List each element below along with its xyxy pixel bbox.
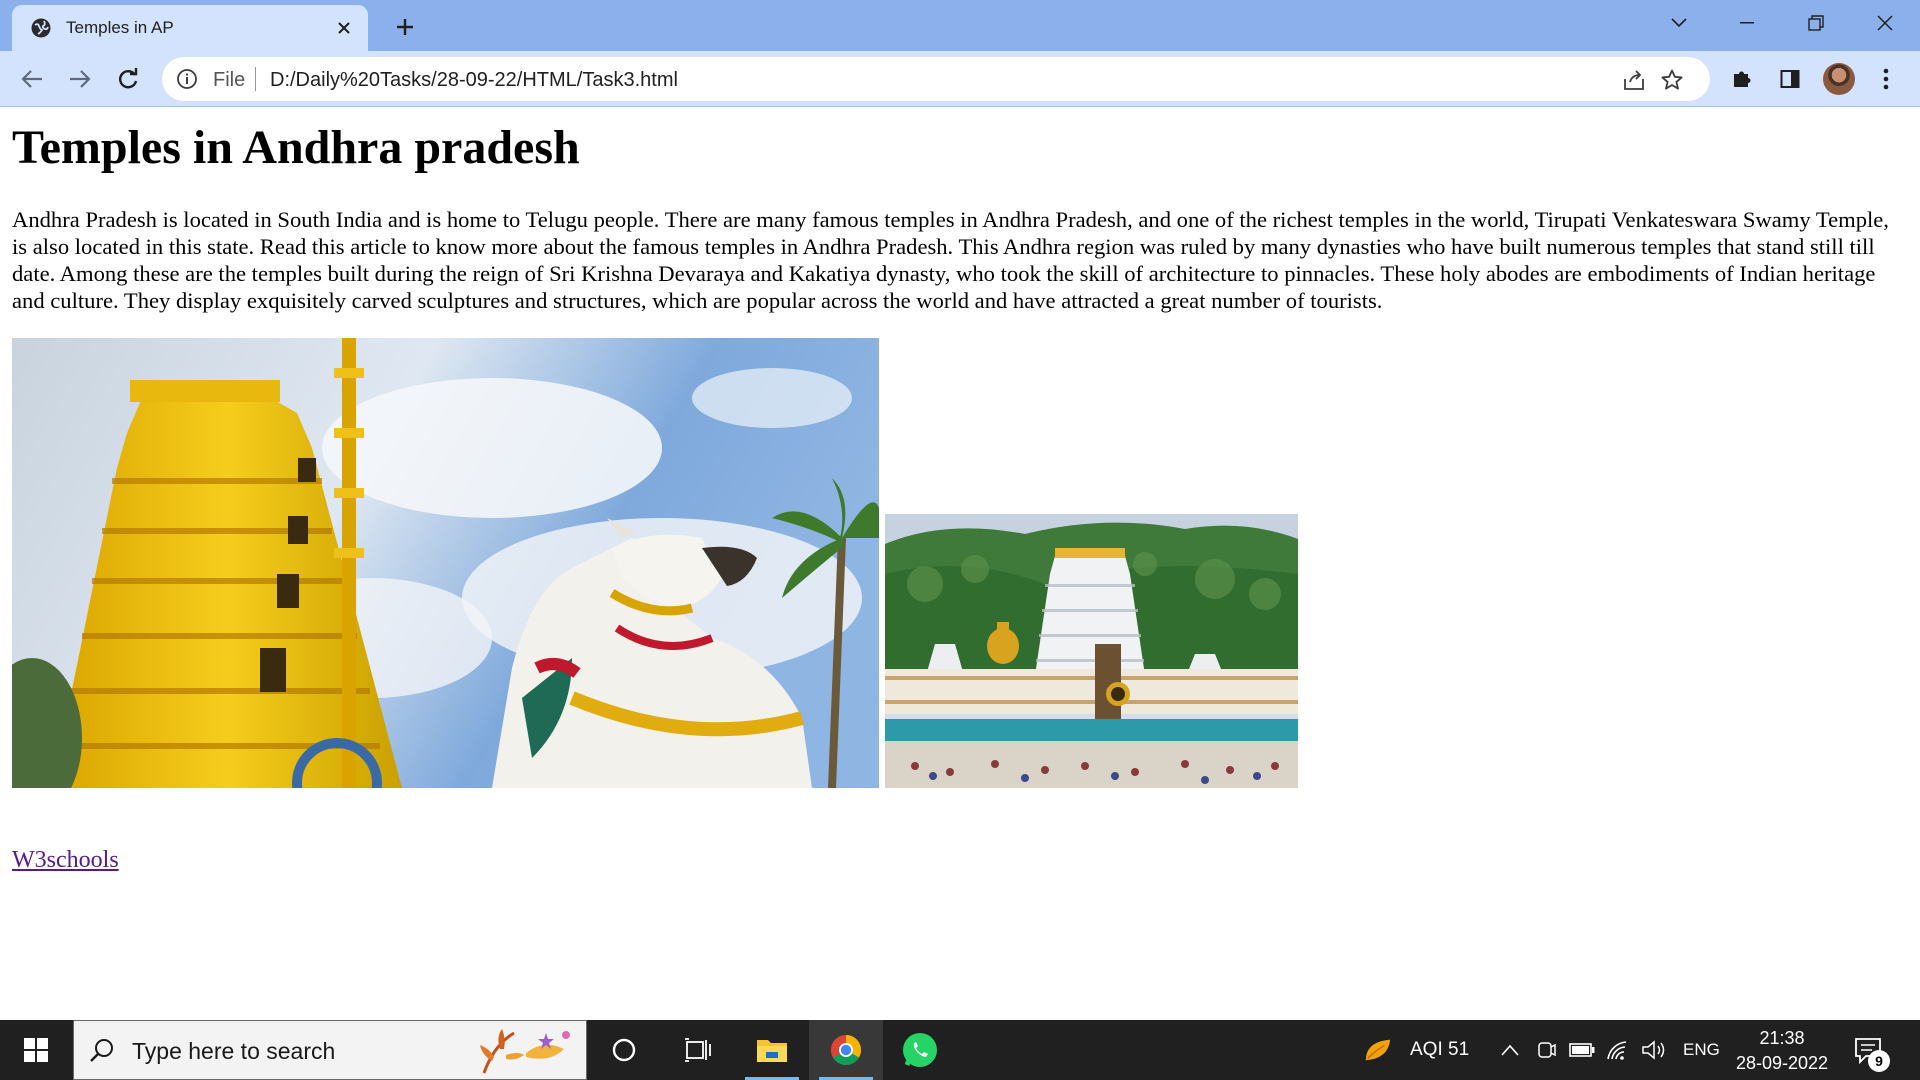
info-icon[interactable] — [176, 68, 198, 90]
folder-icon — [757, 1040, 787, 1062]
browser-tab[interactable]: Temples in AP — [12, 5, 368, 51]
share-icon[interactable] — [1620, 66, 1648, 94]
url-separator — [255, 67, 256, 91]
clock-date: 28-09-2022 — [1735, 1053, 1829, 1073]
reload-icon — [119, 68, 138, 89]
wifi-icon[interactable] — [1604, 1036, 1632, 1064]
plus-icon — [397, 19, 413, 35]
intro-paragraph: Andhra Pradesh is located in South India… — [12, 207, 1889, 313]
notification-count-badge: 9 — [1868, 1050, 1890, 1072]
tirumala-temple-image — [885, 514, 1298, 788]
globe-icon — [31, 18, 51, 38]
task-view-button[interactable] — [661, 1020, 735, 1080]
profile-avatar[interactable] — [1823, 63, 1855, 95]
whatsapp-taskbar-button[interactable] — [883, 1020, 957, 1080]
weather-leaf-icon[interactable] — [1364, 1036, 1392, 1064]
file-explorer-button[interactable] — [735, 1020, 809, 1080]
back-button[interactable] — [14, 61, 50, 97]
whatsapp-icon — [903, 1033, 937, 1067]
url-text[interactable]: D:/Daily%20Tasks/28-09-22/HTML/Task3.htm… — [270, 69, 678, 92]
restore-icon — [1808, 15, 1824, 31]
minimize-icon — [1740, 22, 1754, 24]
address-bar[interactable]: File D:/Daily%20Tasks/28-09-22/HTML/Task… — [162, 57, 1710, 101]
chevron-up-icon[interactable] — [1496, 1036, 1524, 1064]
language-indicator[interactable]: ENG — [1683, 1040, 1720, 1060]
forward-button[interactable] — [62, 61, 98, 97]
tab-search-button[interactable] — [1656, 6, 1702, 40]
close-icon — [1877, 15, 1893, 31]
search-placeholder: Type here to search — [132, 1038, 336, 1064]
cortana-button[interactable] — [587, 1020, 661, 1080]
tab-close-icon[interactable] — [332, 16, 356, 40]
chrome-icon — [830, 1035, 862, 1066]
windows-taskbar: Type here to search AQI 51 ENG 21:38 28-… — [0, 1020, 1920, 1080]
w3schools-link[interactable]: W3schools — [12, 847, 119, 874]
bookmark-star-icon[interactable] — [1658, 66, 1686, 94]
volume-icon[interactable] — [1640, 1036, 1668, 1064]
windows-logo-icon — [24, 1038, 48, 1062]
search-highlight-art — [480, 1029, 570, 1074]
reload-button[interactable] — [110, 61, 146, 97]
meet-now-icon[interactable] — [1532, 1036, 1560, 1064]
chrome-taskbar-button[interactable] — [809, 1020, 883, 1080]
minimize-button[interactable] — [1724, 6, 1770, 40]
task-view-icon — [685, 1038, 711, 1062]
start-button[interactable] — [0, 1020, 72, 1080]
battery-icon[interactable] — [1568, 1036, 1596, 1064]
browser-tab-strip: Temples in AP — [0, 0, 1920, 51]
new-tab-button[interactable] — [388, 12, 422, 42]
chevron-down-icon — [1671, 18, 1687, 28]
restore-button[interactable] — [1793, 6, 1839, 40]
page-content: Temples in Andhra pradesh Andhra Pradesh… — [0, 108, 1920, 1020]
tab-title: Temples in AP — [66, 18, 174, 37]
clock-time: 21:38 — [1759, 1028, 1805, 1048]
close-window-button[interactable] — [1862, 6, 1908, 40]
arrow-left-icon — [21, 70, 42, 88]
browser-menu-icon[interactable] — [1870, 63, 1902, 95]
search-icon — [90, 1039, 113, 1062]
side-panel-icon[interactable] — [1774, 63, 1806, 95]
arrow-right-icon — [70, 70, 91, 88]
url-scheme-label: File — [213, 69, 246, 91]
page-title: Temples in Andhra pradesh — [12, 121, 580, 174]
temple-gopuram-image — [12, 338, 879, 788]
cortana-circle-icon — [612, 1038, 636, 1062]
clock[interactable]: 21:38 28-09-2022 — [1730, 1026, 1834, 1076]
aqi-label[interactable]: AQI 51 — [1410, 1039, 1469, 1061]
browser-toolbar: File D:/Daily%20Tasks/28-09-22/HTML/Task… — [0, 51, 1920, 107]
extensions-puzzle-icon[interactable] — [1726, 63, 1758, 95]
taskbar-search-box[interactable]: Type here to search — [73, 1020, 587, 1080]
